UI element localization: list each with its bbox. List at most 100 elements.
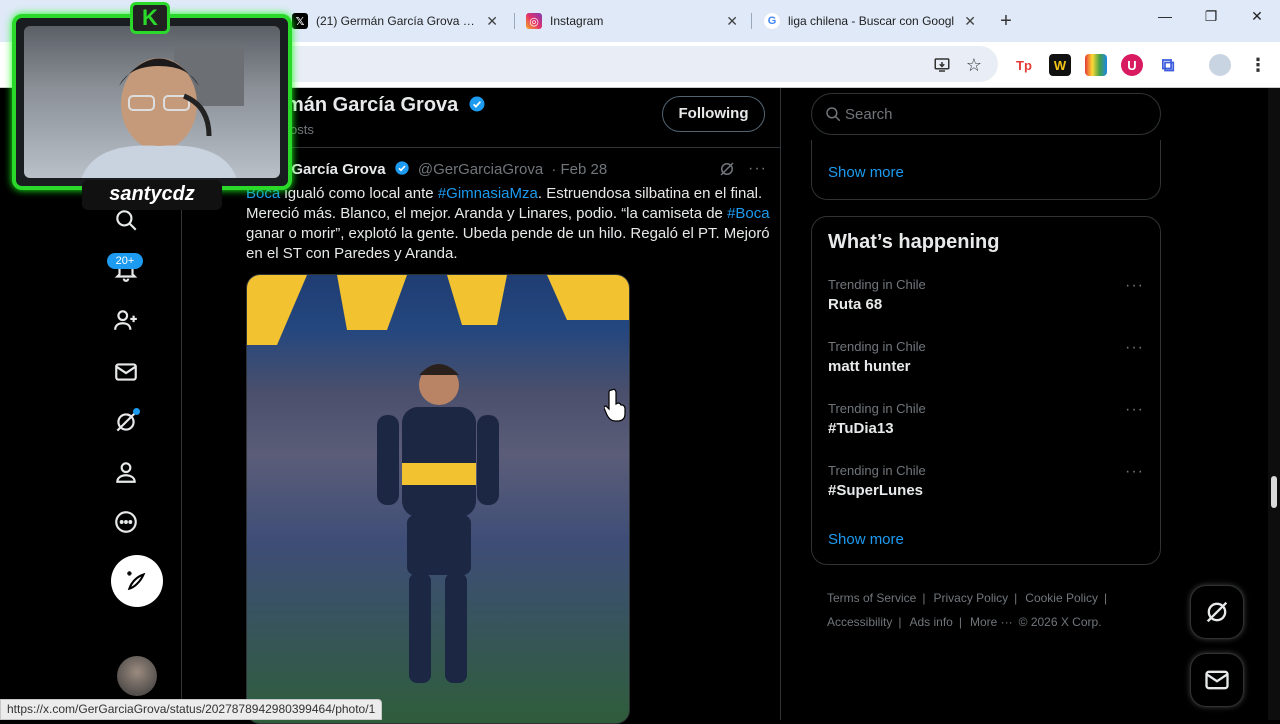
compose-post-button[interactable]	[111, 555, 163, 607]
search-icon	[826, 107, 841, 122]
tab-instagram[interactable]: ◎ Instagram ✕	[516, 6, 748, 36]
messages-floating-button[interactable]	[1190, 653, 1244, 707]
sidebar-footer: Terms of Service | Privacy Policy | Cookie P…	[827, 586, 1147, 634]
trend-name: #TuDia13	[828, 420, 894, 437]
webcam-overlay: K santycdz	[2, 0, 298, 210]
cookie-link[interactable]: Cookie Policy	[1025, 591, 1098, 605]
tweet-text-segment: ganar o morir”, explotó la gente. Ubeda …	[246, 225, 770, 262]
tweet-text-segment: igualó como local ante	[280, 185, 438, 202]
tab-google-search[interactable]: G liga chilena - Buscar con Googl ✕	[754, 6, 986, 36]
grok-explain-icon[interactable]	[718, 160, 736, 183]
new-dot-icon	[133, 408, 140, 415]
tab-divider	[514, 13, 515, 29]
following-button[interactable]: Following	[662, 96, 765, 132]
whats-happening-title: What’s happening	[828, 231, 1000, 253]
tweet-actions: ···	[718, 160, 767, 183]
footer-divider: |	[1104, 591, 1108, 605]
footer-divider: |	[1014, 591, 1018, 605]
trend-more-icon[interactable]: ···	[1125, 463, 1144, 481]
tab-divider	[751, 13, 752, 29]
search-input[interactable]: Search	[811, 93, 1161, 135]
trend-item[interactable]: Trending in Chile Ruta 68 ···	[828, 277, 1146, 323]
extension-u-icon[interactable]: U	[1121, 54, 1143, 76]
search-placeholder: Search	[845, 106, 893, 123]
trend-context: Trending in Chile	[828, 339, 926, 354]
extension-red-icon[interactable]: Tp	[1013, 54, 1035, 76]
show-more-link[interactable]: Show more	[828, 531, 904, 548]
close-tab-icon[interactable]: ✕	[964, 13, 976, 30]
tweet-photo[interactable]	[246, 274, 630, 724]
extension-w-icon[interactable]: W	[1049, 54, 1071, 76]
trend-item[interactable]: Trending in Chile #TuDia13 ···	[828, 401, 1146, 447]
show-more-link[interactable]: Show more	[828, 164, 904, 181]
football-player	[377, 364, 499, 683]
trend-more-icon[interactable]: ···	[1125, 401, 1144, 419]
profile-name-text: mán García Grova	[286, 94, 459, 116]
tab-title: (21) Germán García Grova (@Ge	[316, 14, 479, 28]
channel-logo-badge: K	[130, 2, 170, 34]
notification-count-badge: 20+	[107, 253, 143, 269]
close-tab-icon[interactable]: ✕	[726, 13, 738, 30]
grok-icon[interactable]	[110, 406, 142, 438]
sidebar-box-top: Show more	[811, 140, 1161, 200]
bookmark-star-icon[interactable]: ☆	[963, 54, 985, 76]
trend-name: Ruta 68	[828, 296, 883, 313]
profile-avatar-icon[interactable]	[1209, 54, 1231, 76]
more-icon[interactable]	[110, 506, 142, 538]
pointer-hand-icon	[604, 388, 626, 422]
footer-divider: |	[958, 615, 962, 629]
copyright-text: © 2026 X Corp.	[1018, 615, 1102, 629]
extension-color-icon[interactable]	[1085, 54, 1107, 76]
hashtag-link[interactable]: #GimnasiaMza	[438, 185, 538, 202]
trend-name: #SuperLunes	[828, 482, 924, 499]
new-tab-button[interactable]: +	[993, 8, 1019, 34]
profile-name: mán García Grova	[286, 94, 486, 117]
link-status-bar: https://x.com/GerGarciaGrova/status/2027…	[0, 699, 383, 720]
tab-title: liga chilena - Buscar con Googl	[788, 14, 955, 28]
trend-more-icon[interactable]: ···	[1125, 277, 1144, 295]
install-app-icon[interactable]	[931, 54, 953, 76]
hashtag-link[interactable]: #Boca	[727, 205, 770, 222]
tweet-date[interactable]: · Feb 28	[551, 161, 607, 178]
trend-context: Trending in Chile	[828, 463, 926, 478]
privacy-link[interactable]: Privacy Policy	[933, 591, 1008, 605]
trend-item[interactable]: Trending in Chile #SuperLunes ···	[828, 463, 1146, 509]
trend-more-icon[interactable]: ···	[1125, 339, 1144, 357]
page-scrollbar[interactable]	[1268, 88, 1280, 720]
trend-context: Trending in Chile	[828, 401, 926, 416]
browser-menu-icon[interactable]: ⋮	[1247, 54, 1269, 76]
accessibility-link[interactable]: Accessibility	[827, 615, 892, 629]
tweet-more-icon[interactable]: ···	[748, 160, 767, 183]
streamer-silhouette	[81, 46, 244, 178]
trend-name: matt hunter	[828, 358, 911, 375]
ads-info-link[interactable]: Ads info	[909, 615, 952, 629]
follow-icon[interactable]	[110, 304, 142, 336]
close-window-icon[interactable]: ✕	[1234, 8, 1280, 25]
tab-x-profile[interactable]: 𝕏 (21) Germán García Grova (@Ge ✕	[282, 6, 508, 36]
profile-icon[interactable]	[110, 456, 142, 488]
terms-link[interactable]: Terms of Service	[827, 591, 916, 605]
stadium-stripes	[247, 275, 629, 345]
restore-icon[interactable]: ❐	[1188, 8, 1234, 25]
tweet-handle[interactable]: @GerGarciaGrova	[418, 161, 543, 178]
more-link[interactable]: More ···	[970, 615, 1013, 629]
tweet-header: n García Grova @GerGarciaGrova · Feb 28	[278, 160, 607, 178]
minimize-icon[interactable]: —	[1142, 8, 1188, 24]
verified-badge-icon	[395, 161, 409, 175]
scrollbar-thumb[interactable]	[1271, 476, 1277, 508]
tweet-text: Boca igualó como local ante #GimnasiaMza…	[246, 184, 770, 264]
verified-badge-icon	[469, 96, 485, 112]
footer-divider: |	[898, 615, 902, 629]
messages-icon[interactable]	[110, 356, 142, 388]
footer-divider: |	[922, 591, 926, 605]
trend-item[interactable]: Trending in Chile matt hunter ···	[828, 339, 1146, 385]
whats-happening-panel: What’s happening Trending in Chile Ruta …	[811, 216, 1161, 565]
webcam-video	[24, 26, 280, 178]
grok-floating-button[interactable]	[1190, 585, 1244, 639]
address-bar[interactable]	[200, 46, 998, 82]
account-avatar[interactable]	[117, 656, 157, 696]
extensions-puzzle-icon[interactable]: ⧉	[1157, 54, 1179, 76]
streamer-name: santycdz	[82, 180, 222, 210]
close-tab-icon[interactable]: ✕	[486, 13, 498, 30]
webcam-frame	[12, 14, 292, 190]
